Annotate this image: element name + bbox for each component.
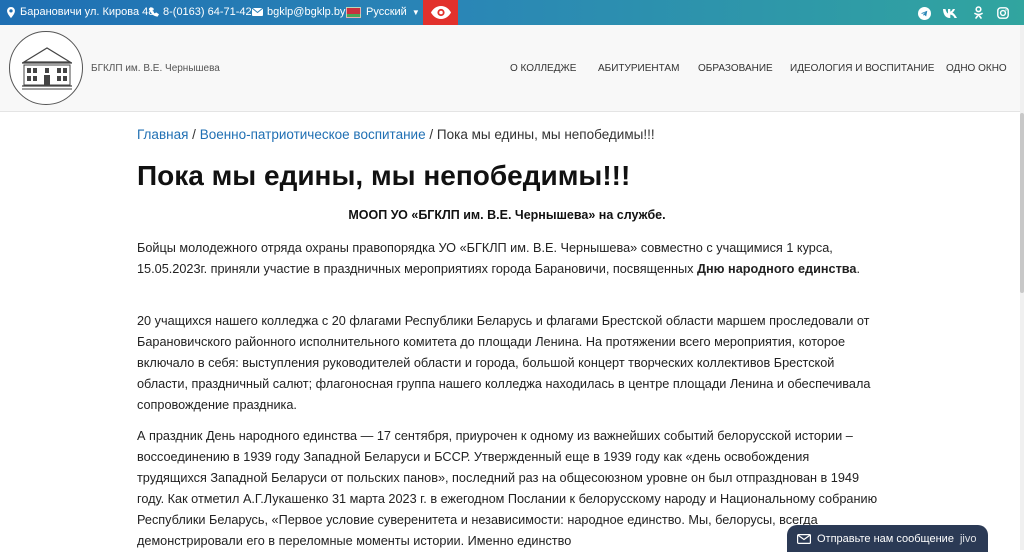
breadcrumb-home[interactable]: Главная	[137, 127, 188, 142]
article-subtitle: МООП УО «БГКЛП им. В.Е. Чернышева» на сл…	[348, 208, 666, 222]
phone-link[interactable]: 8-(0163) 64-71-42	[149, 6, 252, 18]
college-logo[interactable]	[9, 31, 83, 105]
paragraph-end: .	[856, 262, 861, 276]
nav-item-applicants[interactable]: АБИТУРИЕНТАМ	[598, 63, 679, 74]
breadcrumb-separator: /	[429, 127, 434, 142]
vk-icon[interactable]	[942, 5, 958, 21]
address-text: Барановичи ул. Кирова 48	[20, 6, 155, 18]
accessibility-button[interactable]	[423, 0, 458, 25]
chat-brand: jivo	[959, 532, 977, 545]
article-paragraph-2: 20 учащихся нашего колледжа с 20 флагами…	[137, 314, 871, 412]
nav-item-ideology[interactable]: ИДЕОЛОГИЯ И ВОСПИТАНИЕ	[790, 63, 934, 74]
email-link[interactable]: bgklp@bgklp.by	[252, 6, 345, 18]
paragraph-bold: Дню народного единства	[696, 262, 857, 276]
nav-item-education[interactable]: ОБРАЗОВАНИЕ	[698, 63, 773, 74]
location-pin-icon	[7, 6, 15, 18]
odnoklassniki-icon[interactable]	[970, 5, 986, 21]
email-text: bgklp@bgklp.by	[267, 6, 346, 18]
eye-icon	[430, 6, 451, 19]
flag-icon	[346, 6, 361, 18]
breadcrumb-separator: /	[192, 127, 196, 142]
envelope-icon	[252, 8, 263, 16]
telegram-icon[interactable]	[916, 5, 932, 21]
article-paragraph-3: А праздник День народного единства — 17 …	[137, 429, 878, 548]
chat-envelope-icon	[797, 533, 811, 544]
address-link[interactable]: Барановичи ул. Кирова 48	[6, 6, 154, 18]
brand-name[interactable]: БГКЛП им. В.Е. Чернышева	[91, 63, 220, 74]
chat-label: Отправьте нам сообщение	[817, 532, 954, 545]
page-scrollbar[interactable]	[1020, 25, 1024, 550]
language-label: Русский	[366, 6, 407, 18]
breadcrumb: Главная / Военно-патриотическое воспитан…	[137, 127, 655, 142]
scrollbar-thumb[interactable]	[1020, 113, 1024, 293]
article-paragraph-1: Бойцы молодежного отряда охраны правопор…	[137, 238, 882, 280]
phone-text: 8-(0163) 64-71-42	[163, 6, 252, 18]
top-bar: Барановичи ул. Кирова 48 8-(0163) 64-71-…	[0, 0, 1024, 25]
chat-widget-button[interactable]: Отправьте нам сообщение jivo	[787, 525, 988, 552]
breadcrumb-section[interactable]: Военно-патриотическое воспитание	[200, 127, 426, 142]
page-title: Пока мы едины, мы непобедимы!!!	[137, 160, 631, 191]
breadcrumb-current: Пока мы едины, мы непобедимы!!!	[436, 127, 655, 142]
caret-down-icon: ▼	[411, 7, 420, 17]
instagram-icon[interactable]	[995, 5, 1011, 21]
nav-item-one-window[interactable]: ОДНО ОКНО	[946, 63, 1007, 74]
nav-item-about[interactable]: О КОЛЛЕДЖЕ	[510, 63, 576, 74]
building-icon	[21, 47, 73, 90]
site-header: БГКЛП им. В.Е. Чернышева О КОЛЛЕДЖЕ АБИТ…	[0, 25, 1020, 112]
language-select[interactable]: Русский ▼	[346, 6, 420, 18]
phone-icon	[149, 7, 159, 17]
